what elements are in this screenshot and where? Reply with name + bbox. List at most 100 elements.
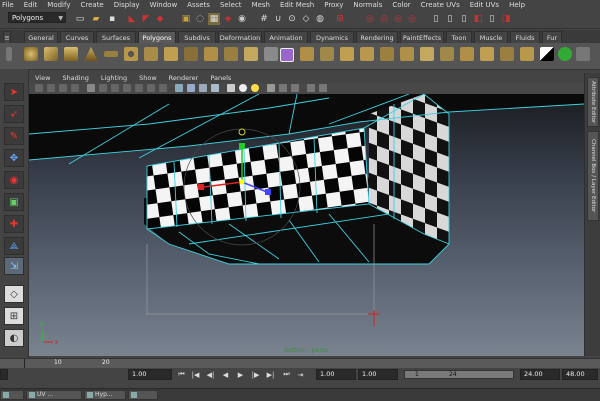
- select-tool-icon[interactable]: ➤: [4, 83, 24, 101]
- sidebar-toggle-4-icon[interactable]: ◧: [472, 13, 484, 25]
- poly-combine-icon[interactable]: [280, 48, 294, 62]
- paint-select-tool-icon[interactable]: ✎: [4, 127, 24, 145]
- step-back-key-icon[interactable]: |◀: [190, 369, 201, 380]
- smooth-shade-icon[interactable]: [187, 84, 195, 92]
- tab-deformation[interactable]: Deformation: [218, 31, 262, 43]
- poly-bridge-icon[interactable]: [380, 47, 394, 61]
- poly-separate-icon[interactable]: [264, 47, 278, 61]
- render-current-frame-icon[interactable]: ◎: [364, 13, 376, 25]
- poly-soccer-ball-icon[interactable]: [224, 47, 238, 61]
- select-component-icon[interactable]: ◆: [154, 13, 166, 25]
- tab-dynamics[interactable]: Dynamics: [310, 31, 354, 43]
- universal-manipulator-icon[interactable]: ✚: [4, 215, 24, 233]
- menu-window[interactable]: Window: [150, 1, 178, 9]
- menu-proxy[interactable]: Proxy: [324, 1, 343, 9]
- shadows-icon[interactable]: [267, 84, 275, 92]
- high-quality-icon[interactable]: [319, 84, 327, 92]
- bookmark-icon[interactable]: [59, 84, 67, 92]
- tab-attribute-editor[interactable]: Attribute Editor: [587, 77, 599, 127]
- tab-toon[interactable]: Toon: [446, 31, 472, 43]
- show-manipulator-tool-icon[interactable]: ⇲: [4, 257, 24, 275]
- step-forward-key-icon[interactable]: ▶|: [265, 369, 276, 380]
- tab-polygons[interactable]: Polygons: [138, 31, 176, 43]
- poly-plane-icon[interactable]: [104, 51, 118, 57]
- shelf-menu-icon[interactable]: [6, 47, 12, 61]
- poly-merge-icon[interactable]: [480, 47, 494, 61]
- sidebar-toggle-5-icon[interactable]: ▯: [486, 13, 498, 25]
- checker-map-icon[interactable]: [540, 47, 554, 61]
- field-chart-icon[interactable]: [135, 84, 143, 92]
- menu-color[interactable]: Color: [392, 1, 410, 9]
- panel-menu-lighting[interactable]: Lighting: [101, 74, 127, 82]
- poly-split-icon[interactable]: [420, 47, 434, 61]
- taskbar-hypershade[interactable]: Hyp...: [84, 390, 126, 400]
- menu-help[interactable]: Help: [509, 1, 525, 9]
- construction-history-icon[interactable]: ⊞: [334, 13, 346, 25]
- play-backwards-icon[interactable]: ◀: [220, 369, 231, 380]
- make-live-icon[interactable]: ◍: [314, 13, 326, 25]
- select-deformations-icon[interactable]: ◉: [236, 13, 248, 25]
- panel-menu-renderer[interactable]: Renderer: [169, 74, 199, 82]
- menu-create-uvs[interactable]: Create UVs: [421, 1, 460, 9]
- step-back-frame-icon[interactable]: ◀|: [205, 369, 216, 380]
- tab-subdivs[interactable]: Subdivs: [178, 31, 216, 43]
- poly-cone-icon[interactable]: [84, 47, 98, 61]
- play-forwards-icon[interactable]: ▶: [235, 369, 246, 380]
- select-object-icon[interactable]: ◤: [140, 13, 152, 25]
- snap-view-plane-icon[interactable]: ◇: [300, 13, 312, 25]
- panel-menu-view[interactable]: View: [35, 74, 50, 82]
- tab-rendering[interactable]: Rendering: [356, 31, 398, 43]
- rotate-tool-icon[interactable]: ◉: [4, 171, 24, 189]
- select-camera-icon[interactable]: [35, 84, 43, 92]
- sidebar-toggle-3-icon[interactable]: ▯: [458, 13, 470, 25]
- panel-menu-panels[interactable]: Panels: [210, 74, 231, 82]
- open-scene-icon[interactable]: ▰: [90, 13, 102, 25]
- ipr-render-icon[interactable]: ◎: [378, 13, 390, 25]
- flat-shade-icon[interactable]: [199, 84, 207, 92]
- poly-insert-edge-loop-icon[interactable]: [440, 47, 454, 61]
- wireframe-on-shaded-icon[interactable]: [211, 84, 219, 92]
- camera-attributes-icon[interactable]: [47, 84, 55, 92]
- poly-prism-icon[interactable]: [144, 47, 158, 61]
- select-curves-icon[interactable]: ▦: [208, 13, 220, 25]
- menu-set-dropdown[interactable]: Polygons ▼: [8, 12, 66, 23]
- poly-cylinder-icon[interactable]: [64, 47, 78, 61]
- tab-curves[interactable]: Curves: [60, 31, 94, 43]
- gate-mask-icon[interactable]: [123, 84, 131, 92]
- tab-fur[interactable]: Fur: [542, 31, 562, 43]
- perspective-viewport[interactable]: y x bottom : persp: [29, 94, 584, 356]
- current-frame-field[interactable]: 1.00: [128, 369, 172, 380]
- poly-append-icon[interactable]: [400, 47, 414, 61]
- range-slider[interactable]: 1 24: [404, 370, 514, 379]
- lasso-tool-icon[interactable]: ➶: [4, 105, 24, 123]
- menu-normals[interactable]: Normals: [353, 1, 382, 9]
- snap-grid-icon[interactable]: #: [258, 13, 270, 25]
- menu-display[interactable]: Display: [114, 1, 140, 9]
- wireframe-icon[interactable]: [175, 84, 183, 92]
- new-scene-icon[interactable]: ▭: [74, 13, 86, 25]
- menu-select[interactable]: Select: [220, 1, 242, 9]
- film-gate-icon[interactable]: [99, 84, 107, 92]
- poly-reduce-icon[interactable]: [320, 47, 334, 61]
- select-joints-icon[interactable]: ◌: [194, 13, 206, 25]
- grid-icon[interactable]: [87, 84, 95, 92]
- go-to-start-icon[interactable]: ⏮: [176, 369, 187, 380]
- textured-icon[interactable]: [227, 84, 235, 92]
- four-view-layout-icon[interactable]: ⊞: [4, 307, 24, 325]
- tab-painteffects[interactable]: PaintEffects: [400, 31, 444, 43]
- safe-action-icon[interactable]: [147, 84, 155, 92]
- outliner-layout-icon[interactable]: ◐: [4, 329, 24, 347]
- sidebar-toggle-1-icon[interactable]: ▯: [430, 13, 442, 25]
- default-light-icon[interactable]: [251, 84, 259, 92]
- tab-general[interactable]: General: [24, 31, 58, 43]
- poly-extrude-icon[interactable]: [360, 47, 374, 61]
- select-surfaces-icon[interactable]: ◈: [222, 13, 234, 25]
- move-tool-icon[interactable]: ✥: [4, 149, 24, 167]
- render-settings-icon[interactable]: ◎: [392, 13, 404, 25]
- safe-title-icon[interactable]: [159, 84, 167, 92]
- single-perspective-layout-icon[interactable]: ◇: [4, 285, 24, 303]
- range-inner-start-field[interactable]: 1.00: [358, 369, 398, 380]
- poly-mirror-icon[interactable]: [340, 47, 354, 61]
- menu-edit-mesh[interactable]: Edit Mesh: [280, 1, 314, 9]
- shelf-options-icon[interactable]: ≡: [3, 31, 11, 43]
